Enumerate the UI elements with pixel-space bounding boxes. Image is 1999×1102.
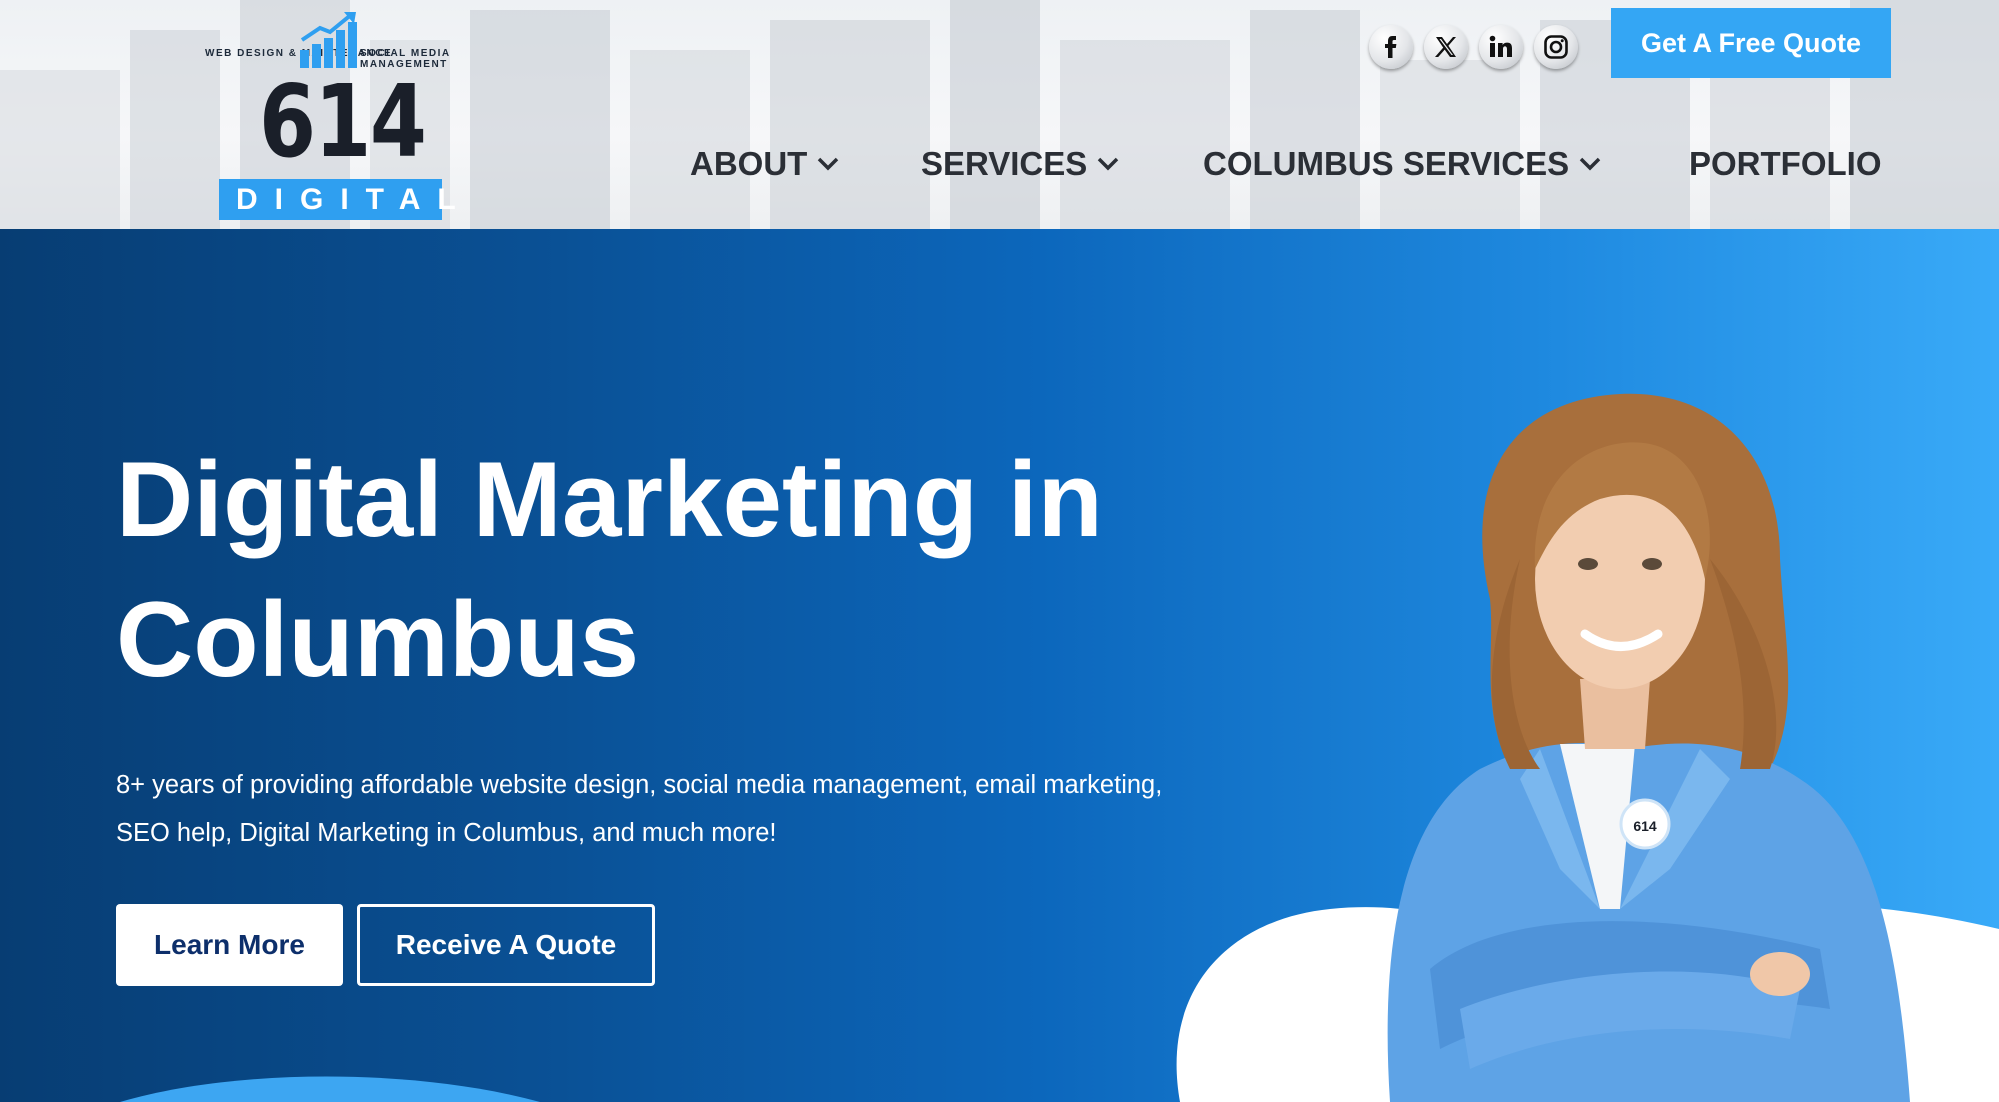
site-header: WEB DESIGN & MAINTENANCE SOCIAL MEDIA MA… — [0, 0, 1999, 229]
hero-section: Digital Marketing in Columbus 8+ years o… — [0, 229, 1999, 1102]
hero-person-image: 614 — [1387, 393, 1910, 1102]
hero-subtitle-line-2: SEO help, Digital Marketing in Columbus,… — [116, 819, 777, 847]
facebook-icon[interactable] — [1369, 25, 1413, 69]
nav-item-portfolio[interactable]: PORTFOLIO — [1689, 142, 1882, 186]
instagram-icon[interactable] — [1534, 25, 1578, 69]
learn-more-button[interactable]: Learn More — [116, 904, 343, 986]
hero-title-line-2: Columbus — [116, 579, 640, 699]
nav-item-label: ABOUT — [690, 145, 808, 182]
nav-item-columbus-services[interactable]: COLUMBUS SERVICES — [1203, 142, 1601, 186]
x-twitter-icon[interactable] — [1424, 25, 1468, 69]
receive-quote-button[interactable]: Receive A Quote — [357, 904, 655, 986]
site-logo[interactable]: WEB DESIGN & MAINTENANCE SOCIAL MEDIA MA… — [203, 10, 461, 222]
growth-chart-icon — [300, 12, 357, 68]
logo-number: 614 — [259, 63, 427, 180]
nav-item-label: PORTFOLIO — [1689, 145, 1882, 182]
hero-title: Digital Marketing in Columbus — [116, 429, 1216, 709]
chevron-down-icon — [1098, 157, 1119, 171]
logo-wordmark: DIGITAL — [219, 179, 456, 220]
nav-item-label: SERVICES — [921, 145, 1088, 182]
nav-item-label: COLUMBUS SERVICES — [1203, 145, 1570, 182]
chevron-down-icon — [818, 157, 839, 171]
hero-subtitle-line-1: 8+ years of providing affordable website… — [116, 771, 1163, 799]
get-free-quote-button[interactable]: Get A Free Quote — [1611, 8, 1891, 78]
hero-title-line-1: Digital Marketing in — [116, 439, 1103, 559]
linkedin-icon[interactable] — [1479, 25, 1523, 69]
nav-item-services[interactable]: SERVICES — [921, 142, 1119, 186]
hero-subtitle: 8+ years of providing affordable website… — [116, 761, 1236, 857]
nav-item-about[interactable]: ABOUT — [690, 142, 839, 186]
badge-label: 614 — [1633, 818, 1657, 834]
chevron-down-icon — [1579, 157, 1601, 171]
